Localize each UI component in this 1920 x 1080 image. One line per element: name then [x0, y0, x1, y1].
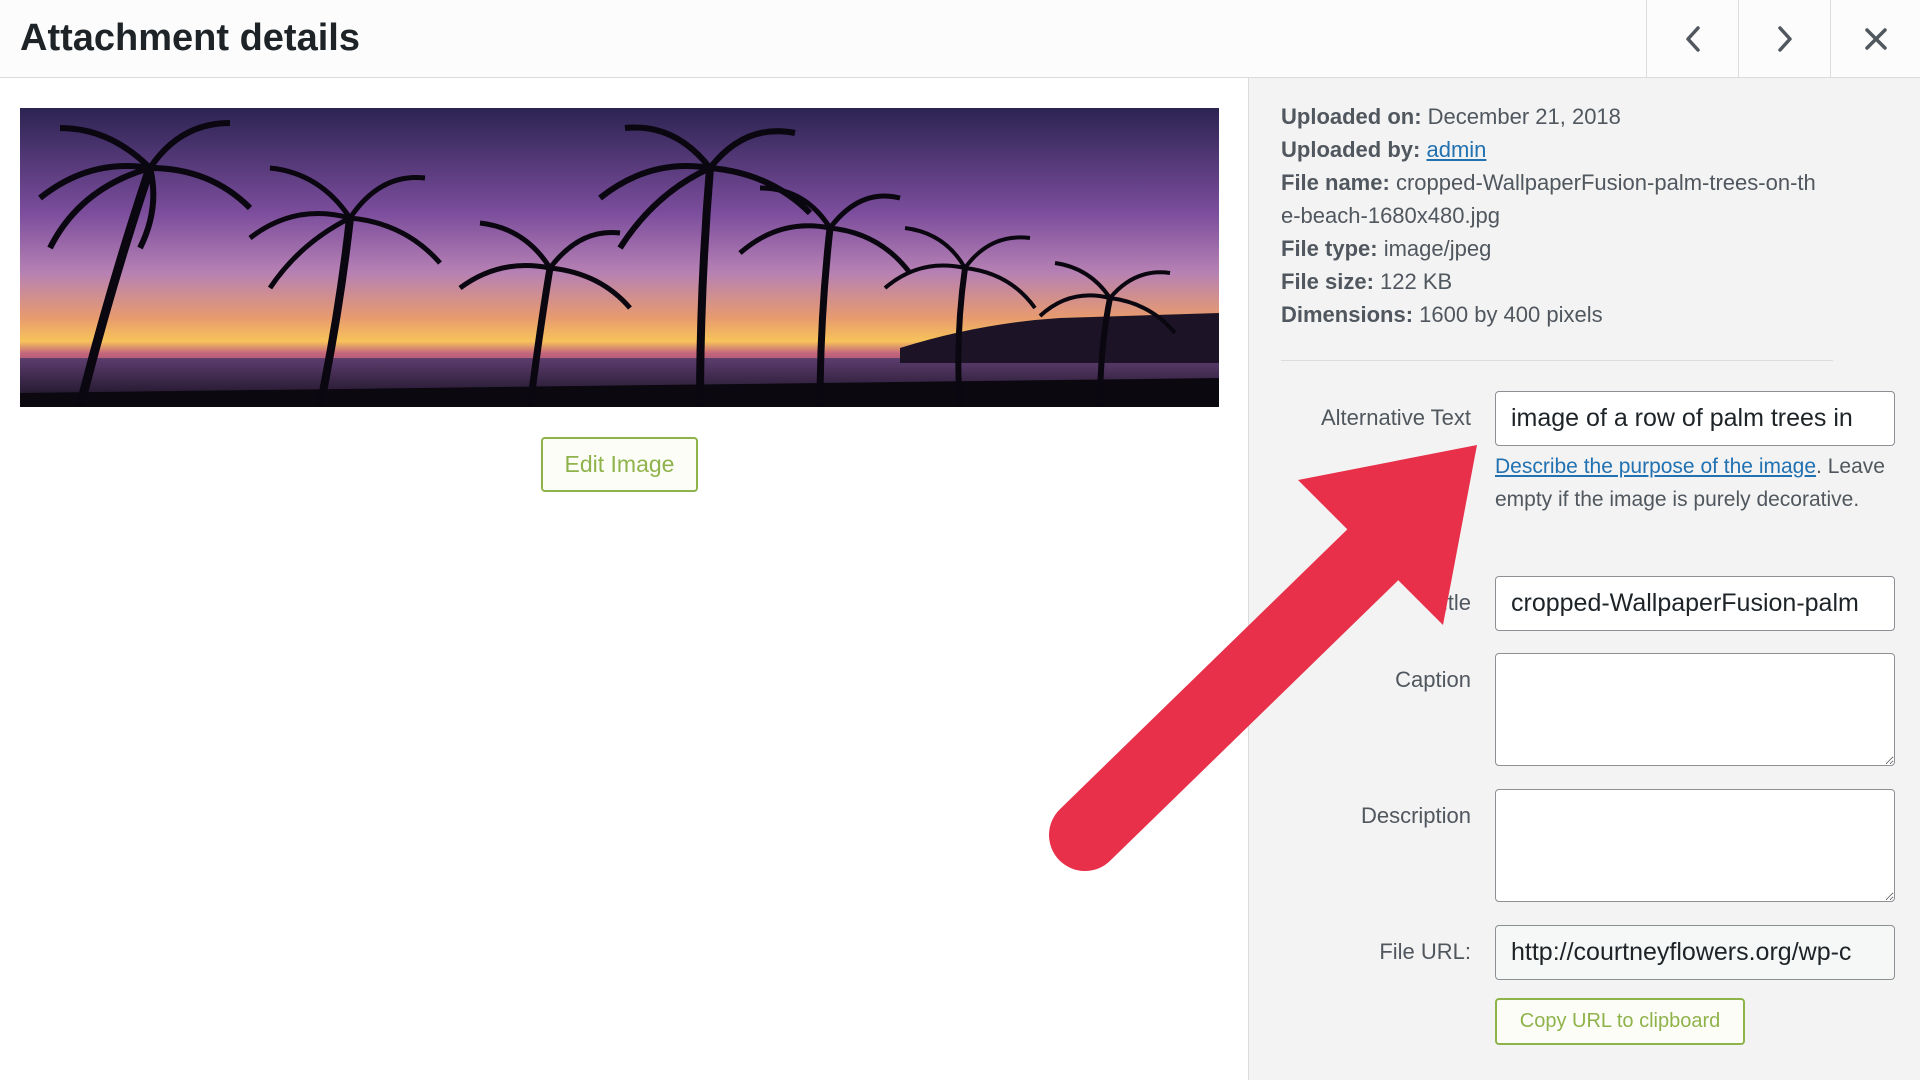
palm-trees-sunset-image [20, 108, 1219, 407]
uploaded-by-label: Uploaded by: [1281, 137, 1421, 162]
attachment-preview: Edit Image [0, 78, 1248, 1080]
chevron-right-icon [1777, 25, 1792, 52]
dimensions-value: 1600 by 400 pixels [1419, 302, 1603, 327]
describe-purpose-link[interactable]: Describe the purpose of the image [1495, 455, 1816, 478]
dimensions-label: Dimensions: [1281, 302, 1414, 327]
close-icon [1864, 27, 1887, 50]
uploaded-on-row: Uploaded on: December 21, 2018 [1281, 100, 1821, 133]
attachment-info-sidebar: Uploaded on: December 21, 2018 Uploaded … [1248, 78, 1920, 1080]
uploaded-by-link[interactable]: admin [1426, 137, 1486, 162]
dimensions-row: Dimensions: 1600 by 400 pixels [1281, 298, 1821, 331]
next-attachment-button[interactable] [1738, 0, 1830, 77]
alt-help-suffix: . [1816, 455, 1822, 478]
title-label: Title [1430, 590, 1471, 615]
details-divider [1281, 360, 1833, 361]
caption-textarea[interactable] [1495, 653, 1895, 766]
uploaded-by-row: Uploaded by: admin [1281, 133, 1821, 166]
uploaded-on-value: December 21, 2018 [1427, 104, 1621, 129]
close-button[interactable] [1830, 0, 1920, 77]
alt-text-label: Alternative Text [1320, 405, 1471, 430]
attachment-details-modal: Attachment details Edit Image Uploaded o… [0, 0, 1920, 1080]
alt-text-help: Describe the purpose of the image. Leave… [1495, 450, 1895, 516]
description-textarea[interactable] [1495, 789, 1895, 902]
file-type-value: image/jpeg [1383, 236, 1492, 261]
file-name-label: File name: [1281, 170, 1390, 195]
modal-header: Attachment details [0, 0, 1920, 78]
file-url-label: File URL: [1379, 939, 1471, 964]
file-url-input[interactable] [1495, 925, 1895, 980]
title-input[interactable] [1495, 576, 1895, 631]
copy-url-button[interactable]: Copy URL to clipboard [1495, 998, 1745, 1045]
page-title: Attachment details [20, 17, 360, 59]
file-type-label: File type: [1281, 236, 1378, 261]
edit-image-button[interactable]: Edit Image [541, 437, 698, 492]
caption-label: Caption [1395, 667, 1471, 692]
file-details: Uploaded on: December 21, 2018 Uploaded … [1281, 100, 1821, 331]
file-size-value: 122 KB [1380, 269, 1453, 294]
uploaded-on-label: Uploaded on: [1281, 104, 1422, 129]
file-size-row: File size: 122 KB [1281, 265, 1821, 298]
alt-text-input[interactable] [1495, 391, 1895, 446]
chevron-left-icon [1685, 25, 1700, 52]
file-name-row: File name: cropped-WallpaperFusion-palm-… [1281, 166, 1821, 232]
file-size-label: File size: [1281, 269, 1374, 294]
description-label: Description [1360, 803, 1471, 828]
previous-attachment-button[interactable] [1646, 0, 1738, 77]
file-type-row: File type: image/jpeg [1281, 232, 1821, 265]
